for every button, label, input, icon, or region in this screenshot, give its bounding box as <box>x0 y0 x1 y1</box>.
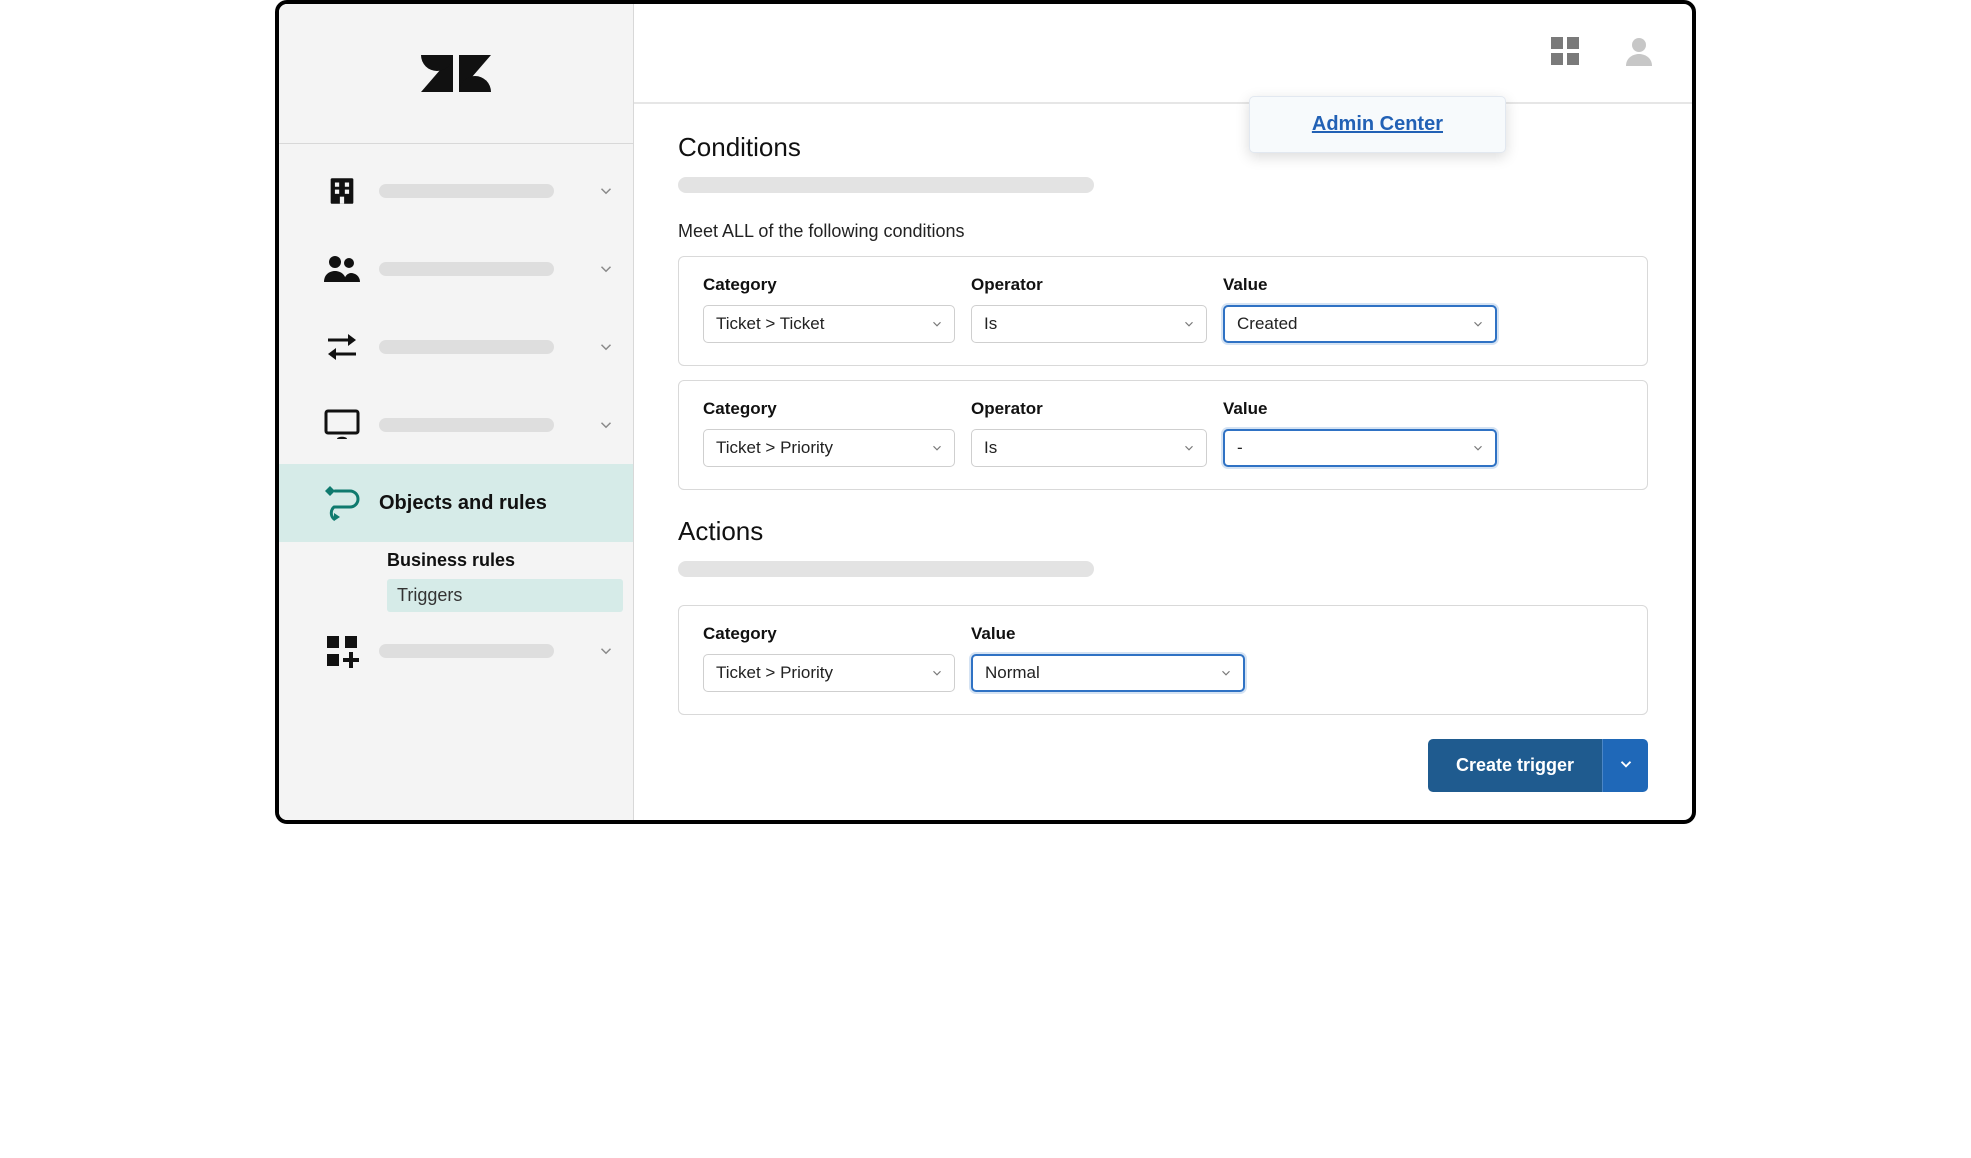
people-icon <box>321 250 363 288</box>
nav-label-placeholder <box>379 340 554 354</box>
value-dropdown[interactable]: Normal <box>971 654 1245 692</box>
dropdown-value: Created <box>1237 314 1297 334</box>
dropdown-value: Normal <box>985 663 1040 683</box>
building-icon <box>321 172 363 210</box>
chevron-down-icon <box>597 338 615 356</box>
chevron-down-icon <box>1219 666 1233 680</box>
value-label: Value <box>971 624 1245 644</box>
action-row: Category Ticket > Priority Value Normal <box>678 605 1648 715</box>
nav-label-placeholder <box>379 262 554 276</box>
value-label: Value <box>1223 275 1497 295</box>
user-avatar-icon[interactable] <box>1622 34 1656 73</box>
dropdown-value: Ticket > Priority <box>716 663 833 683</box>
dropdown-value: Ticket > Ticket <box>716 314 824 334</box>
chevron-down-icon <box>1617 755 1635 776</box>
topbar <box>634 4 1692 104</box>
nav-item-objects-rules[interactable]: Objects and rules <box>279 464 633 542</box>
chevron-down-icon <box>597 642 615 660</box>
dropdown-value: Ticket > Priority <box>716 438 833 458</box>
nav-subsection: Business rules Triggers <box>279 542 633 612</box>
operator-dropdown[interactable]: Is <box>971 305 1207 343</box>
chevron-down-icon <box>930 666 944 680</box>
nav-item-apps[interactable] <box>279 612 633 690</box>
nav-label-placeholder <box>379 418 554 432</box>
chevron-down-icon <box>930 441 944 455</box>
create-trigger-caret[interactable] <box>1602 739 1648 792</box>
chevron-down-icon <box>1182 317 1196 331</box>
admin-center-popover: Admin Center <box>1249 96 1506 153</box>
logo-area <box>279 4 633 144</box>
category-label: Category <box>703 399 955 419</box>
dropdown-value: - <box>1237 438 1243 458</box>
nav-item-channels[interactable] <box>279 308 633 386</box>
dropdown-value: Is <box>984 314 997 334</box>
operator-label: Operator <box>971 399 1207 419</box>
main: Admin Center Conditions Meet ALL of the … <box>634 4 1692 820</box>
operator-dropdown[interactable]: Is <box>971 429 1207 467</box>
nav-label-placeholder <box>379 184 554 198</box>
nav: Objects and rules Business rules Trigger… <box>279 144 633 690</box>
apps-add-icon <box>321 632 363 670</box>
nav-label-placeholder <box>379 644 554 658</box>
value-dropdown[interactable]: - <box>1223 429 1497 467</box>
footer-buttons: Create trigger <box>678 729 1648 798</box>
nav-item-people[interactable] <box>279 230 633 308</box>
conditions-description-placeholder <box>678 177 1094 193</box>
dropdown-value: Is <box>984 438 997 458</box>
chevron-down-icon <box>930 317 944 331</box>
conditions-all-label: Meet ALL of the following conditions <box>678 221 1648 242</box>
nav-subitem-triggers[interactable]: Triggers <box>387 579 623 612</box>
operator-label: Operator <box>971 275 1207 295</box>
category-label: Category <box>703 624 955 644</box>
zendesk-logo <box>421 49 491 99</box>
create-trigger-button[interactable]: Create trigger <box>1428 739 1602 792</box>
condition-row: Category Ticket > Priority Operator Is <box>678 380 1648 490</box>
nav-subheading: Business rules <box>387 542 623 579</box>
arrows-icon <box>321 328 363 366</box>
chevron-down-icon <box>597 416 615 434</box>
chevron-down-icon <box>1182 441 1196 455</box>
nav-item-workspaces[interactable] <box>279 386 633 464</box>
category-label: Category <box>703 275 955 295</box>
chevron-down-icon <box>597 260 615 278</box>
nav-item-account[interactable] <box>279 152 633 230</box>
chevron-down-icon <box>1471 441 1485 455</box>
actions-title: Actions <box>678 516 1648 547</box>
sidebar: Objects and rules Business rules Trigger… <box>279 4 634 820</box>
products-grid-icon[interactable] <box>1548 34 1582 73</box>
condition-row: Category Ticket > Ticket Operator Is <box>678 256 1648 366</box>
workflow-icon <box>321 484 363 522</box>
admin-center-link[interactable]: Admin Center <box>1312 113 1443 135</box>
actions-description-placeholder <box>678 561 1094 577</box>
category-dropdown[interactable]: Ticket > Priority <box>703 654 955 692</box>
nav-item-label: Objects and rules <box>379 492 547 515</box>
category-dropdown[interactable]: Ticket > Priority <box>703 429 955 467</box>
chevron-down-icon <box>1471 317 1485 331</box>
value-label: Value <box>1223 399 1497 419</box>
value-dropdown[interactable]: Created <box>1223 305 1497 343</box>
category-dropdown[interactable]: Ticket > Ticket <box>703 305 955 343</box>
chevron-down-icon <box>597 182 615 200</box>
content: Conditions Meet ALL of the following con… <box>634 104 1692 820</box>
monitor-icon <box>321 406 363 444</box>
